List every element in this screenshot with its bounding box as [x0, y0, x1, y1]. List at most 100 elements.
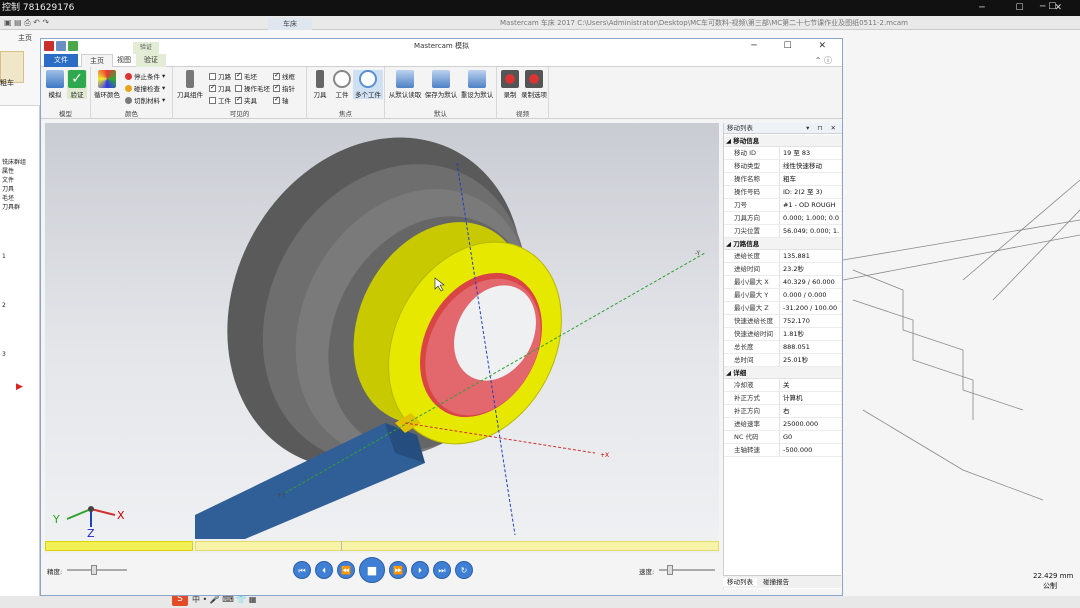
- visible-check-1[interactable]: 毛坯: [235, 71, 257, 81]
- stop-conditions-item[interactable]: 停止条件 ▾: [125, 71, 165, 81]
- checkbox-icon[interactable]: [235, 71, 242, 80]
- read-default-button[interactable]: 从默认读取: [387, 70, 423, 99]
- visible-check-3[interactable]: 刀具: [209, 83, 231, 93]
- reset-default-button[interactable]: 重设为默认: [459, 70, 495, 99]
- play-back-button[interactable]: ⏪: [337, 561, 355, 579]
- panel-buttons[interactable]: ▾ ⊓ ✕: [806, 123, 839, 134]
- group-color-label: 颜色: [125, 110, 138, 118]
- group-default-label: 默认: [434, 110, 447, 118]
- focus-tool-button[interactable]: 刀具: [309, 70, 331, 99]
- visible-check-label: 轴: [282, 97, 289, 105]
- visible-check-5[interactable]: 指针: [273, 83, 295, 93]
- verify-button[interactable]: ✓ 验证: [67, 70, 87, 99]
- simulate-button[interactable]: 模拟: [45, 70, 65, 99]
- checkbox-icon[interactable]: [209, 96, 216, 104]
- speed-slider-thumb[interactable]: [667, 565, 673, 575]
- tab-collision-report[interactable]: 碰撞报告: [759, 578, 793, 586]
- bg-graphics-area[interactable]: 22.429 mm 公制: [842, 30, 1080, 596]
- visible-check-4[interactable]: 操作毛坯: [235, 83, 270, 93]
- list-icon[interactable]: [56, 41, 66, 51]
- speed-slider[interactable]: [659, 565, 715, 575]
- tree-item[interactable]: 刀具群: [2, 203, 26, 212]
- help-icon[interactable]: ⌃ ⓘ: [815, 55, 832, 66]
- tree-item[interactable]: 文件: [2, 176, 26, 185]
- record-options-button[interactable]: 录制选项: [521, 70, 547, 99]
- bg-context-tab[interactable]: 车床: [268, 18, 312, 30]
- checkbox-icon[interactable]: [235, 84, 242, 92]
- timeline-bar[interactable]: [45, 539, 719, 553]
- group-focus-label: 焦点: [339, 110, 352, 118]
- insert-arrow-icon[interactable]: ▶: [16, 382, 23, 392]
- tree-item[interactable]: 属性: [2, 167, 26, 176]
- cycle-color-button[interactable]: 循环颜色: [94, 70, 120, 99]
- sim-quick-access[interactable]: [44, 41, 78, 51]
- bg-window-controls[interactable]: ─ ☐: [1040, 2, 1056, 12]
- checkbox-icon[interactable]: [209, 83, 216, 92]
- section-title: 详细: [733, 369, 747, 377]
- property-value: 右: [783, 407, 790, 415]
- cut-material-item[interactable]: 切削材料 ▾: [125, 95, 165, 105]
- visible-check-8[interactable]: 轴: [273, 95, 289, 105]
- checkbox-icon[interactable]: [273, 83, 280, 92]
- visible-check-7[interactable]: 夹具: [235, 95, 257, 105]
- checkbox-icon[interactable]: [273, 71, 280, 80]
- precision-slider-thumb[interactable]: [91, 565, 97, 575]
- timeline-op-2[interactable]: [195, 541, 719, 551]
- visible-check-2[interactable]: 线框: [273, 71, 295, 81]
- record-button[interactable]: 录制: [499, 70, 521, 99]
- bg-tree[interactable]: 铣床群组 属性 文件 刀具 毛坯 刀具群 1 2 3: [2, 158, 26, 359]
- checkbox-icon[interactable]: [209, 72, 216, 80]
- sim-window-buttons[interactable]: ─ ☐ ✕: [751, 39, 838, 54]
- step-back-button[interactable]: ⏴: [315, 561, 333, 579]
- panel-tabs: 移动列表 碰撞报告: [723, 575, 841, 588]
- panel-section-header[interactable]: ◢ 刀路信息: [724, 238, 842, 250]
- visible-check-0[interactable]: 刀路: [209, 71, 231, 81]
- property-value: 752.170: [783, 317, 810, 325]
- loop-button[interactable]: ↻: [455, 561, 473, 579]
- property-value: 粗车: [783, 175, 796, 183]
- tab-move-list[interactable]: 移动列表: [723, 578, 757, 586]
- axis-plus-x: +X: [600, 452, 609, 459]
- checkbox-icon[interactable]: [273, 95, 280, 104]
- property-key: NC 代码: [734, 433, 759, 441]
- play-button[interactable]: ⏩: [389, 561, 407, 579]
- tree-item[interactable]: 1: [2, 252, 26, 261]
- focus-multi-workpiece-button[interactable]: 多个工件: [353, 70, 383, 99]
- tool-assembly-button[interactable]: 刀具组件: [175, 70, 205, 99]
- step-forward-button[interactable]: ⏵: [411, 561, 429, 579]
- checkbox-icon[interactable]: [235, 95, 242, 104]
- context-tab-label: 验证: [133, 42, 159, 54]
- panel-section-header[interactable]: ◢ 详细: [724, 367, 842, 379]
- focus-workpiece-button[interactable]: 工件: [331, 70, 353, 99]
- tree-item[interactable]: 2: [2, 301, 26, 310]
- simulation-viewport[interactable]: +X -Y +Y X Y Z X Y Z: [45, 123, 719, 539]
- bg-tab-home[interactable]: 主页: [18, 33, 32, 43]
- visible-check-6[interactable]: 工件: [209, 95, 231, 105]
- collision-check-item[interactable]: 碰撞检查 ▾: [125, 83, 165, 93]
- check-icon[interactable]: [68, 41, 78, 51]
- column-divider: [779, 379, 780, 391]
- window-buttons[interactable]: ─ ☐ ✕: [979, 0, 1076, 16]
- tree-item[interactable]: 铣床群组: [2, 158, 26, 167]
- go-end-button[interactable]: ⏭: [433, 561, 451, 579]
- part-render: +X -Y +Y X Y Z: [195, 137, 706, 539]
- tree-item[interactable]: 毛坯: [2, 194, 26, 203]
- property-value: 25000.000: [783, 420, 819, 428]
- tab-view[interactable]: 视图: [109, 54, 139, 67]
- simulate-icon: [46, 70, 64, 88]
- property-key: 总长度: [734, 343, 754, 351]
- tab-verify[interactable]: 验证: [136, 54, 166, 67]
- stop-button[interactable]: ■: [359, 557, 385, 583]
- tab-file[interactable]: 文件: [44, 54, 78, 67]
- save-default-icon: [432, 70, 450, 88]
- precision-slider[interactable]: [67, 565, 127, 575]
- panel-section-header[interactable]: ◢ 移动信息: [724, 135, 842, 147]
- timeline-op-1[interactable]: [45, 541, 193, 551]
- bg-save-icon[interactable]: ▣ ▤ ⎙ ↶ ↷: [4, 18, 49, 27]
- tree-item[interactable]: 3: [2, 350, 26, 359]
- read-default-icon: [396, 70, 414, 88]
- simulate-label: 模拟: [48, 91, 62, 99]
- tree-item[interactable]: 刀具: [2, 185, 26, 194]
- go-start-button[interactable]: ⏮: [293, 561, 311, 579]
- save-default-button[interactable]: 保存为默认: [423, 70, 459, 99]
